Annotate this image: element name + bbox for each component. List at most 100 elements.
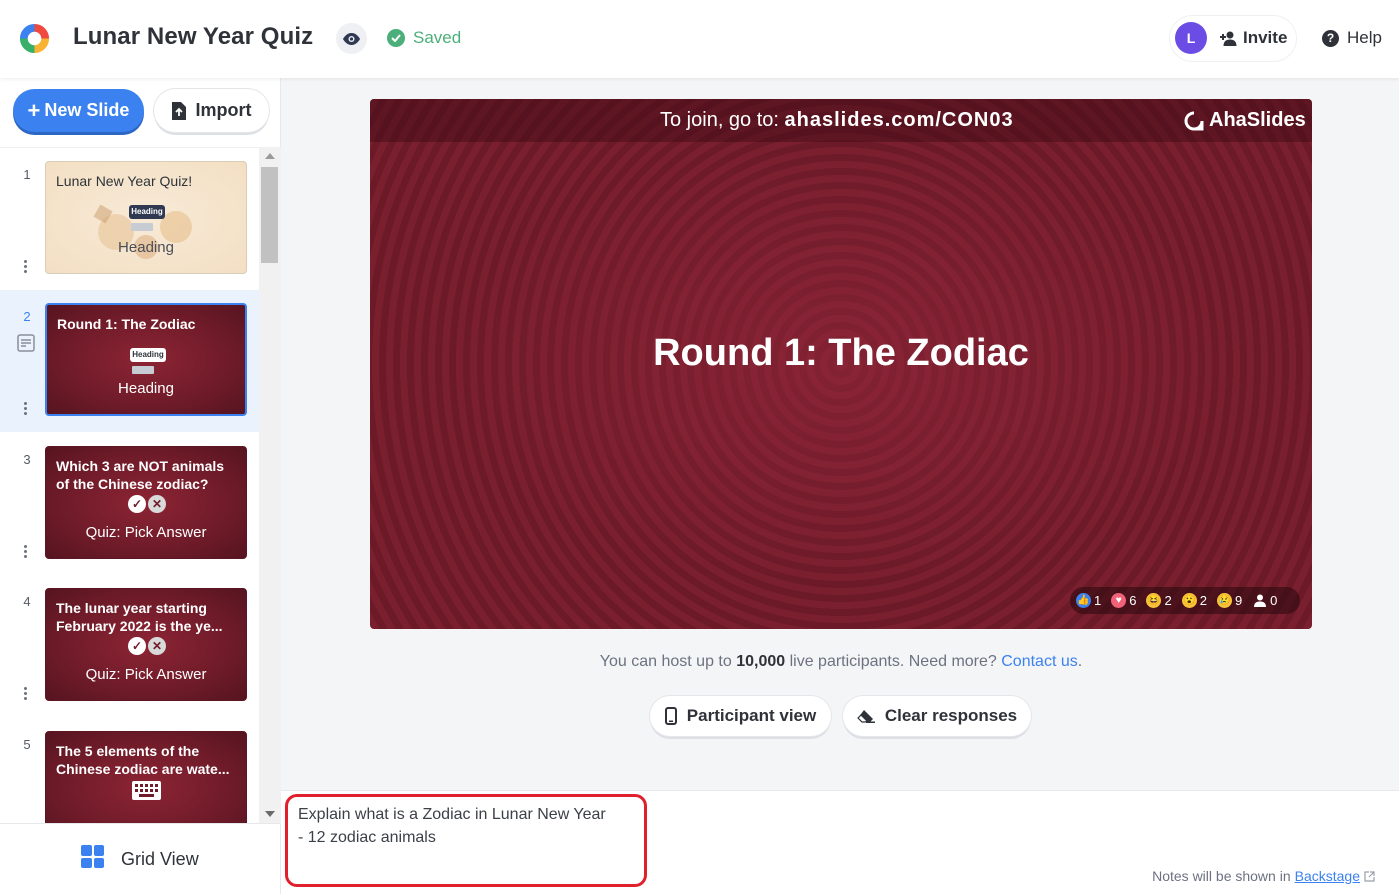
join-url: ahaslides.com/CON03 (784, 109, 1014, 131)
notes-hint-prefix: Notes will be shown in (1152, 868, 1291, 884)
slide-item-4[interactable]: 4 The lunar year starting February 2022 … (0, 575, 259, 717)
help-circle-icon: ? (1322, 29, 1339, 47)
heart-icon: ♥ (1111, 593, 1127, 608)
slide-thumbnail-title: The lunar year starting February 2022 is… (56, 600, 223, 634)
reaction-count: 9 (1234, 593, 1243, 608)
slide-type-label: Quiz: Pick Answer (85, 666, 207, 683)
slide-item-3[interactable]: 3 Which 3 are NOT animals of the Chinese… (0, 433, 259, 575)
add-user-icon (1220, 31, 1237, 46)
slide-number: 1 (23, 167, 31, 182)
preview-button[interactable] (336, 23, 367, 54)
invite-group: L Invite (1170, 16, 1296, 61)
mobile-phone-icon (664, 707, 677, 725)
sad-face-icon: 😢 (1216, 593, 1232, 608)
slide-list: 1 Lunar New Year Quiz! Heading Heading 2 (0, 147, 259, 823)
help-button[interactable]: ? Help (1322, 28, 1382, 48)
presentation-title[interactable]: Lunar New Year Quiz (73, 23, 313, 51)
slide-thumbnail[interactable]: The lunar year starting February 2022 is… (45, 588, 247, 701)
external-link-icon[interactable] (1364, 870, 1375, 882)
slide-type-label: Quiz: Pick Answer (85, 524, 207, 541)
clear-responses-button[interactable]: Clear responses (843, 696, 1031, 736)
brand-name: AhaSlides (1209, 109, 1306, 131)
save-status: Saved (387, 28, 461, 48)
info-suffix: live participants. Need more? (785, 653, 1002, 670)
check-icon: ✓ (128, 495, 146, 513)
person-icon (1252, 593, 1267, 608)
check-icon: ✓ (128, 637, 146, 655)
backstage-link[interactable]: Backstage (1295, 868, 1360, 884)
grid-view-button[interactable]: Grid View (0, 823, 281, 894)
reaction-sad: 😢 9 (1216, 593, 1243, 608)
slide-number: 5 (23, 737, 31, 752)
grid-view-label: Grid View (121, 849, 199, 869)
participant-view-label: Participant view (686, 706, 817, 725)
slide-menu-icon[interactable] (24, 545, 27, 560)
reaction-count: 2 (1199, 593, 1207, 608)
participant-limit-info: You can host up to 10,000 live participa… (370, 653, 1312, 671)
thumbs-up-icon: 👍 (1076, 593, 1091, 608)
slide-item-1[interactable]: 1 Lunar New Year Quiz! Heading Heading (0, 148, 259, 290)
eraser-icon (856, 710, 875, 723)
pick-answer-icon: ✓ ✕ (128, 637, 166, 655)
invite-button[interactable]: Invite (1220, 28, 1287, 48)
scroll-down-arrow-icon[interactable] (265, 811, 275, 817)
reaction-wow: 😮 2 (1181, 593, 1207, 608)
file-import-icon (171, 101, 186, 120)
new-slide-button[interactable]: + New Slide (13, 89, 144, 132)
top-bar: Lunar New Year Quiz Saved L Invite ? Hel… (0, 0, 1399, 78)
import-button[interactable]: Import (154, 89, 269, 132)
laugh-face-icon: 😆 (1146, 593, 1162, 608)
slide-thumbnail[interactable]: The 5 elements of the Chinese zodiac are… (45, 731, 247, 823)
slide-type-label: Heading (118, 239, 174, 256)
import-label: Import (195, 100, 252, 120)
slide-number: 2 (23, 309, 31, 324)
slide-type-label: Heading (118, 380, 174, 397)
slide-list-scrollbar[interactable] (259, 147, 281, 823)
grid-icon (81, 845, 104, 868)
slide-number: 4 (23, 594, 31, 609)
info-limit: 10,000 (736, 653, 786, 670)
notes-highlight-annotation (285, 794, 647, 887)
reaction-count: 2 (1164, 593, 1172, 608)
heading-bar-icon (132, 366, 154, 374)
slide-menu-icon[interactable] (24, 687, 27, 702)
join-instructions: To join, go to: ahaslides.com/CON03 (660, 109, 1014, 132)
contact-us-link[interactable]: Contact us (1001, 653, 1077, 670)
scrollbar-thumb[interactable] (261, 167, 278, 263)
slide-thumbnail[interactable]: Which 3 are NOT animals of the Chinese z… (45, 446, 247, 559)
ahaslides-brand-icon (1184, 111, 1204, 130)
speaker-notes-panel[interactable]: Explain what is a Zodiac in Lunar New Ye… (281, 790, 1399, 894)
reactions-bar: 👍 1 ♥ 6 😆 2 😮 2 😢 9 0 (1070, 587, 1300, 614)
slide-thumbnail-title: Which 3 are NOT animals of the Chinese z… (56, 458, 225, 492)
slide-thumbnail[interactable]: Round 1: The Zodiac Heading Heading (45, 303, 247, 416)
slide-menu-icon[interactable] (24, 402, 27, 417)
user-avatar[interactable]: L (1175, 22, 1207, 54)
eye-icon (343, 32, 360, 45)
slide-thumbnail-title: Round 1: The Zodiac (57, 316, 196, 332)
reaction-count: 0 (1270, 593, 1278, 608)
scroll-up-arrow-icon[interactable] (265, 153, 275, 159)
slide-item-5[interactable]: 5 The 5 elements of the Chinese zodiac a… (0, 718, 259, 823)
slide-number: 3 (23, 452, 31, 467)
reaction-like: 👍 1 (1076, 593, 1101, 608)
ahaslides-logo-icon[interactable] (18, 22, 51, 55)
slide-menu-icon[interactable] (24, 260, 27, 275)
participant-view-button[interactable]: Participant view (650, 696, 831, 736)
slide-thumbnail[interactable]: Lunar New Year Quiz! Heading Heading (45, 161, 247, 274)
plus-icon: + (27, 97, 41, 123)
new-slide-label: New Slide (44, 100, 130, 120)
slide-sidebar: + New Slide Import 1 Lunar New Year Quiz… (0, 78, 281, 894)
slide-item-2[interactable]: 2 Round 1: The Zodiac Heading Heading (0, 290, 259, 432)
heading-bar-icon (131, 223, 153, 231)
join-bar: To join, go to: ahaslides.com/CON03 AhaS… (370, 99, 1312, 142)
cross-icon: ✕ (148, 495, 166, 513)
join-prefix: To join, go to: (660, 109, 785, 131)
reaction-laugh: 😆 2 (1146, 593, 1172, 608)
info-end: . (1077, 653, 1083, 670)
pick-answer-icon: ✓ ✕ (128, 495, 166, 513)
wow-face-icon: 😮 (1181, 593, 1197, 608)
slide-thumbnail-title: Lunar New Year Quiz! (56, 173, 193, 189)
slide-heading: Round 1: The Zodiac (653, 332, 1029, 374)
check-circle-icon (387, 29, 405, 47)
slide-preview[interactable]: To join, go to: ahaslides.com/CON03 AhaS… (370, 99, 1312, 629)
